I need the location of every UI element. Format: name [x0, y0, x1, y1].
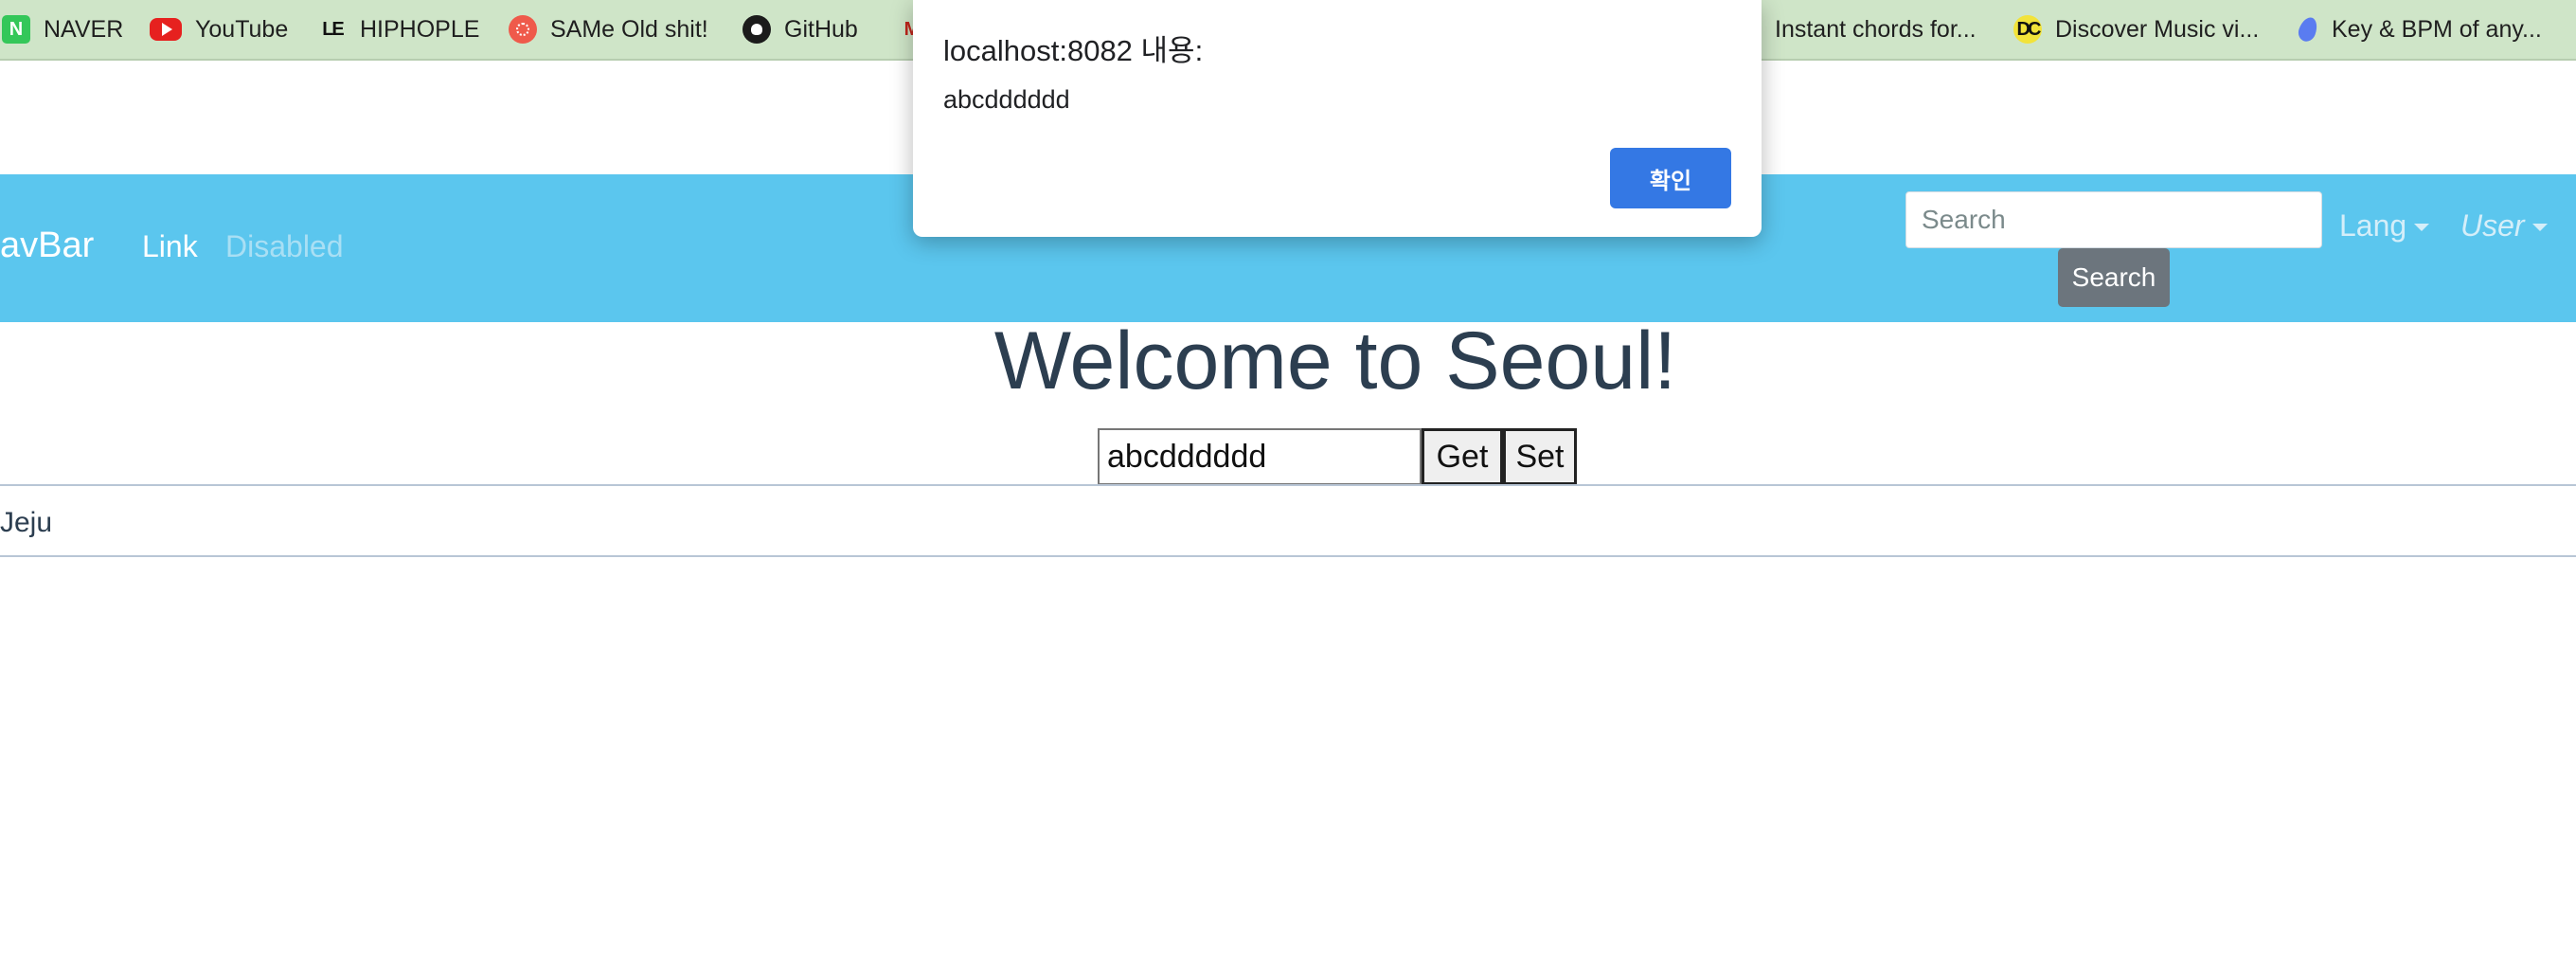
discover-icon: DC: [2013, 15, 2042, 44]
nav-link[interactable]: Link: [142, 229, 198, 264]
set-button[interactable]: Set: [1503, 428, 1577, 485]
hiphople-icon: LE: [322, 18, 345, 40]
bookmark-instant-chords[interactable]: Instant chords for...: [1775, 0, 1977, 59]
lang-dropdown-label: Lang: [2339, 208, 2407, 243]
bookmark-label: YouTube: [195, 15, 289, 43]
page-title: Welcome to Seoul!: [993, 316, 1677, 406]
github-icon: [742, 15, 771, 44]
ok-button[interactable]: 확인: [1610, 148, 1731, 208]
dialog-message: abcdddddd: [943, 85, 1070, 114]
key-bpm-icon: [2298, 15, 2318, 44]
chevron-down-icon: [2531, 223, 2548, 231]
bookmark-label: Key & BPM of any...: [2332, 15, 2542, 43]
search-input[interactable]: [1905, 191, 2322, 248]
lang-dropdown[interactable]: Lang: [2339, 208, 2430, 244]
value-input[interactable]: [1098, 428, 1422, 485]
search-button[interactable]: Search: [2058, 248, 2170, 307]
bookmark-same-old[interactable]: SAMe Old shit!: [509, 0, 708, 59]
user-dropdown-label: User: [2460, 208, 2525, 243]
bookmark-discover-music[interactable]: DC Discover Music vi...: [2013, 0, 2259, 59]
bookmark-label: Discover Music vi...: [2055, 15, 2260, 43]
bookmark-label: NAVER: [44, 15, 124, 43]
list-item: Jeju: [0, 484, 2576, 557]
bookmark-hiphople[interactable]: LE HIPHOPLE: [318, 0, 479, 59]
bookmark-key-bpm[interactable]: Key & BPM of any...: [2298, 0, 2542, 59]
chevron-down-icon: [2414, 223, 2430, 231]
bookmark-label: GitHub: [784, 15, 858, 43]
bookmark-label: Instant chords for...: [1775, 15, 1977, 43]
youtube-icon: [150, 18, 182, 41]
get-button[interactable]: Get: [1422, 428, 1503, 485]
naver-icon: N: [2, 15, 30, 44]
user-dropdown[interactable]: User: [2460, 208, 2548, 244]
bookmark-label: HIPHOPLE: [360, 15, 480, 43]
bookmark-naver[interactable]: N NAVER: [2, 0, 123, 59]
bookmark-youtube[interactable]: YouTube: [150, 0, 288, 59]
list-item-label: Jeju: [0, 507, 53, 538]
navbar-brand[interactable]: avBar: [0, 225, 94, 266]
bookmark-label: SAMe Old shit!: [550, 15, 708, 43]
same-old-icon: [509, 15, 537, 44]
bookmark-github[interactable]: GitHub: [742, 0, 858, 59]
dialog-title: localhost:8082 내용:: [943, 34, 1204, 67]
nav-link-disabled: Disabled: [225, 229, 344, 263]
alert-dialog: localhost:8082 내용: abcdddddd 확인: [913, 0, 1762, 237]
